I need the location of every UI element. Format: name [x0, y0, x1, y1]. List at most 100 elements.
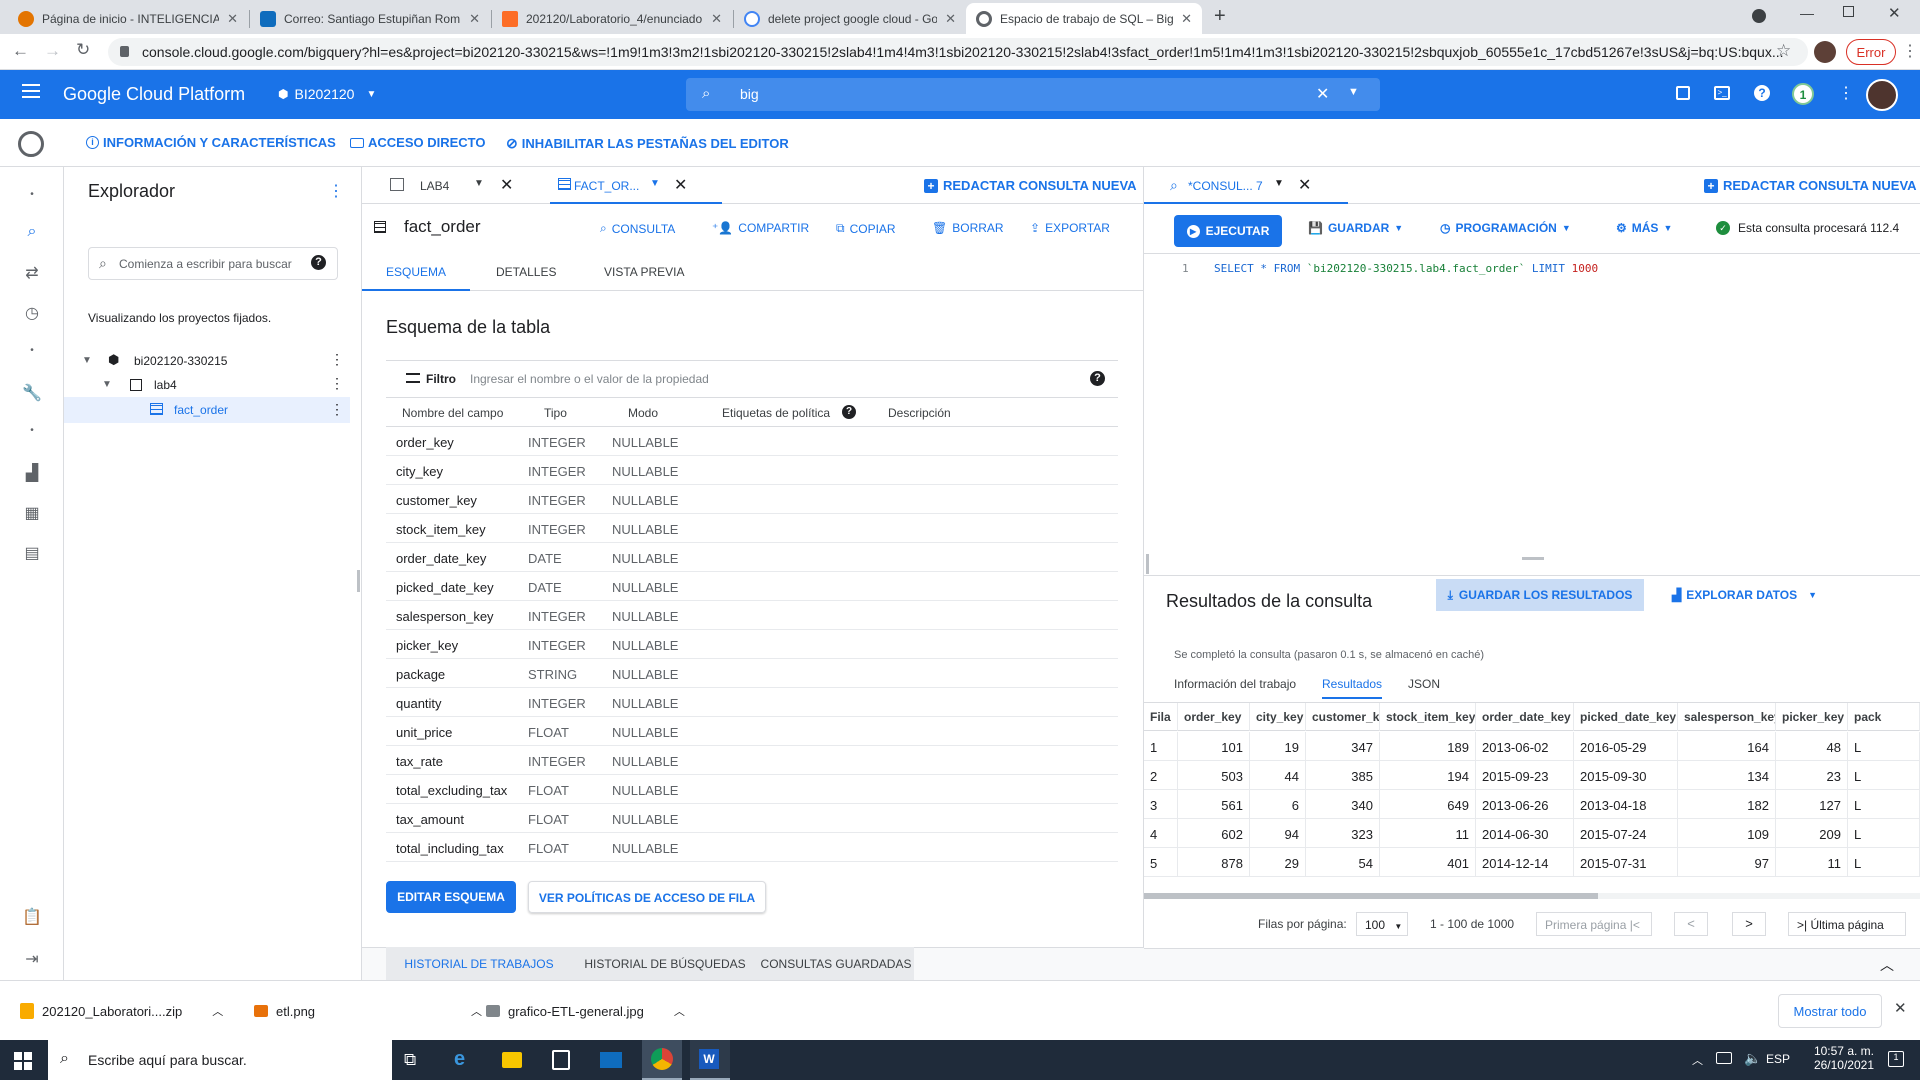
explorer-menu-icon[interactable]: ⋮ — [328, 181, 344, 201]
search-input[interactable]: big — [740, 86, 759, 102]
windows-start-icon[interactable] — [14, 1052, 32, 1070]
forward-arrow-icon[interactable]: → — [44, 41, 61, 61]
edit-schema-button[interactable]: EDITAR ESQUEMA — [386, 881, 516, 913]
tab-fact-order-active[interactable]: FACT_OR... ▼ ✕ — [550, 167, 722, 204]
browser-menu-icon[interactable]: ⋮ — [1902, 41, 1918, 61]
disable-editor-tabs-link[interactable]: ⊘ INHABILITAR LAS PESTAÑAS DEL EDITOR — [506, 135, 789, 152]
filter-input[interactable]: Ingresar el nombre o el valor de la prop… — [470, 372, 709, 386]
release-notes-icon[interactable]: 📋 — [22, 907, 42, 927]
subtab-details[interactable]: DETALLES — [496, 265, 556, 279]
wrench-icon[interactable]: 🔧 — [22, 383, 42, 403]
file-explorer-icon[interactable] — [502, 1052, 522, 1068]
shortcut-link[interactable]: ACCESO DIRECTO — [350, 135, 486, 150]
explorer-search-field[interactable]: ⌕ Comienza a escribir para buscar ? — [88, 247, 338, 280]
help-icon[interactable]: ? — [842, 405, 856, 419]
close-window-icon[interactable]: ✕ — [1888, 4, 1901, 22]
gift-icon[interactable] — [1676, 86, 1690, 100]
gcp-title[interactable]: Google Cloud Platform — [63, 84, 245, 105]
save-menu-button[interactable]: 💾 GUARDAR ▼ — [1308, 221, 1403, 235]
show-all-button[interactable]: Mostrar todo — [1778, 994, 1882, 1028]
browser-tab-2[interactable]: Correo: Santiago Estupiñan Rom ✕ — [250, 3, 490, 34]
search-bar[interactable]: ⌕ big ✕ ▼ — [686, 78, 1380, 111]
row-menu-icon[interactable]: ⋮ — [330, 351, 344, 368]
clock[interactable]: 10:57 a. m. 26/10/2021 — [1800, 1044, 1874, 1072]
chevron-up-icon[interactable]: ︿ — [212, 1003, 223, 1019]
results-column-header[interactable]: customer_key — [1306, 703, 1380, 731]
language-indicator[interactable]: ESP — [1766, 1052, 1790, 1066]
tab-results[interactable]: Resultados — [1322, 677, 1383, 699]
url-field[interactable]: console.cloud.google.com/bigquery?hl=es&… — [108, 38, 1808, 66]
tab-menu-icon[interactable]: ▼ — [1274, 178, 1284, 189]
profile-avatar[interactable] — [1814, 41, 1836, 63]
next-page-button[interactable]: > — [1732, 912, 1766, 936]
volume-icon[interactable]: 🔈 — [1744, 1050, 1761, 1067]
results-column-header[interactable]: picked_date_key — [1574, 703, 1678, 731]
error-button[interactable]: Error — [1846, 39, 1896, 65]
user-avatar[interactable] — [1866, 79, 1898, 111]
close-tab-icon[interactable]: ✕ — [500, 175, 513, 195]
new-query-button[interactable]: + REDACTAR CONSULTA NUEVA — [1704, 178, 1917, 193]
results-column-header[interactable]: stock_item_key — [1380, 703, 1476, 731]
hamburger-menu-icon[interactable] — [22, 84, 40, 98]
back-arrow-icon[interactable]: ← — [12, 41, 29, 61]
more-options-icon[interactable]: ⋮ — [1838, 83, 1854, 103]
results-column-header[interactable]: order_key — [1178, 703, 1250, 731]
info-features-link[interactable]: i INFORMACIÓN Y CARACTERÍSTICAS — [86, 135, 336, 150]
chevron-up-icon[interactable]: ︿ — [1880, 955, 1894, 975]
close-tab-icon[interactable]: ✕ — [227, 11, 238, 27]
tray-chevron-icon[interactable]: ︿ — [1692, 1052, 1703, 1068]
editor-resize-handle[interactable] — [1522, 557, 1544, 560]
help-icon[interactable]: ? — [1090, 371, 1105, 386]
dashboard-icon[interactable]: ▦ — [22, 503, 42, 523]
copy-button[interactable]: ⧉ COPIAR — [836, 221, 896, 236]
results-column-header[interactable]: picker_key — [1776, 703, 1848, 731]
tab-search-icon[interactable] — [1752, 9, 1766, 23]
explore-data-button[interactable]: ▟ EXPLORAR DATOS ▼ — [1672, 588, 1817, 602]
results-column-header[interactable]: order_date_key — [1476, 703, 1574, 731]
chrome-taskbar-button[interactable] — [642, 1040, 682, 1080]
close-tab-icon[interactable]: ✕ — [1181, 11, 1192, 27]
scheduled-queries-icon[interactable]: ◷ — [22, 303, 42, 323]
results-column-header[interactable]: pack — [1848, 703, 1920, 731]
chevron-up-icon[interactable]: ︿ — [674, 1003, 685, 1019]
tree-dataset-row[interactable]: ▼ lab4 ⋮ — [64, 373, 362, 397]
close-tab-icon[interactable]: ✕ — [674, 175, 687, 195]
project-selector[interactable]: ⬢ BI202120 ▼ — [278, 86, 376, 102]
close-tab-icon[interactable]: ✕ — [469, 11, 480, 27]
panel-resize-handle[interactable] — [357, 570, 360, 592]
browser-tab-4[interactable]: delete project google cloud - Go ✕ — [734, 3, 966, 34]
sql-editor[interactable]: 1 SELECT * FROM `bi202120-330215.lab4.fa… — [1144, 253, 1920, 574]
download-item-png[interactable]: etl.png ︿ — [254, 1003, 482, 1019]
browser-tab-5-active[interactable]: Espacio de trabajo de SQL – BigQ ✕ — [966, 3, 1202, 34]
help-icon[interactable]: ? — [1754, 85, 1770, 101]
minimize-icon[interactable]: — — [1800, 5, 1814, 21]
rows-per-page-select[interactable]: 100 ▼ — [1356, 912, 1408, 936]
share-button[interactable]: ⁺👤 COMPARTIR — [712, 221, 809, 235]
help-icon[interactable]: ? — [311, 255, 326, 270]
last-page-button[interactable]: >| Última página — [1788, 912, 1906, 936]
tree-table-row-selected[interactable]: fact_order ⋮ — [64, 397, 350, 423]
clear-search-icon[interactable]: ✕ — [1316, 84, 1329, 104]
tab-menu-icon[interactable]: ▼ — [650, 178, 660, 189]
filter-bar[interactable]: Filtro Ingresar el nombre o el valor de … — [386, 360, 1118, 398]
prev-page-button[interactable]: < — [1674, 912, 1708, 936]
first-page-button[interactable]: Primera página |< — [1536, 912, 1652, 936]
more-menu-button[interactable]: ⚙ MÁS ▼ — [1616, 221, 1672, 235]
task-view-icon[interactable]: ⧉ — [404, 1050, 416, 1070]
search-expand-icon[interactable]: ▼ — [1348, 86, 1359, 98]
store-icon[interactable] — [552, 1050, 570, 1070]
new-query-button[interactable]: + REDACTAR CONSULTA NUEVA — [924, 178, 1137, 193]
edge-icon[interactable]: e — [454, 1048, 465, 1071]
schedule-menu-button[interactable]: ◷ PROGRAMACIÓN ▼ — [1440, 221, 1571, 235]
horizontal-scrollbar[interactable] — [1144, 893, 1920, 899]
browser-tab-1[interactable]: Página de inicio - INTELIGENCIA ✕ — [8, 3, 248, 34]
tab-job-history[interactable]: HISTORIAL DE TRABAJOS — [386, 947, 572, 980]
save-results-button[interactable]: ⤓ GUARDAR LOS RESULTADOS — [1436, 579, 1644, 611]
caret-down-icon[interactable]: ▼ — [102, 379, 112, 390]
transfers-icon[interactable]: ⇄ — [22, 263, 42, 283]
row-menu-icon[interactable]: ⋮ — [330, 375, 344, 392]
new-tab-icon[interactable]: + — [1214, 5, 1226, 28]
results-column-header[interactable]: Fila — [1144, 703, 1178, 731]
taskbar-search-box[interactable]: ⌕ Escribe aquí para buscar. — [48, 1040, 392, 1080]
maximize-icon[interactable] — [1843, 6, 1854, 17]
